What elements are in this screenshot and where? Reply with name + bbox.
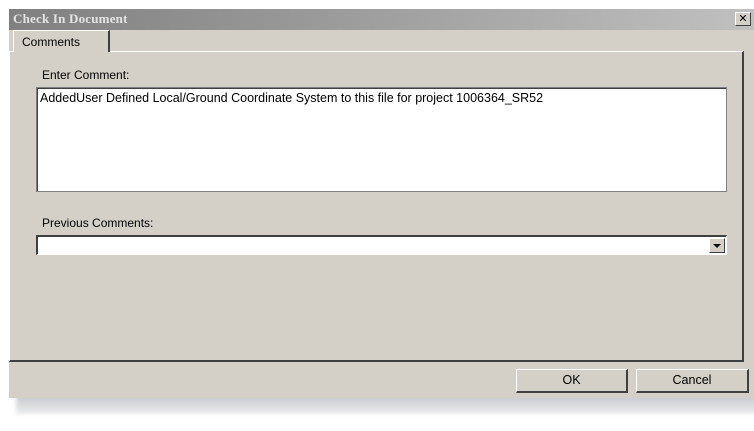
tab-comments-label: Comments — [22, 35, 81, 49]
close-button[interactable]: ✕ — [735, 12, 751, 26]
close-icon: ✕ — [738, 12, 748, 25]
screen: Check In Document ✕ Comments Enter Comme… — [0, 0, 754, 431]
title-bar[interactable]: Check In Document ✕ — [9, 9, 754, 30]
chevron-down-icon[interactable] — [709, 238, 725, 253]
comment-text: AddedUser Defined Local/Ground Coordinat… — [40, 91, 544, 105]
comment-textarea[interactable]: AddedUser Defined Local/Ground Coordinat… — [36, 87, 727, 192]
enter-comment-label: Enter Comment: — [42, 68, 130, 82]
window-title: Check In Document — [13, 11, 128, 26]
tab-comments[interactable]: Comments — [13, 30, 110, 52]
previous-comments-dropdown[interactable] — [36, 235, 727, 255]
cancel-button[interactable]: Cancel — [636, 369, 749, 393]
ok-button[interactable]: OK — [516, 369, 628, 393]
previous-comments-label: Previous Comments: — [42, 216, 154, 230]
